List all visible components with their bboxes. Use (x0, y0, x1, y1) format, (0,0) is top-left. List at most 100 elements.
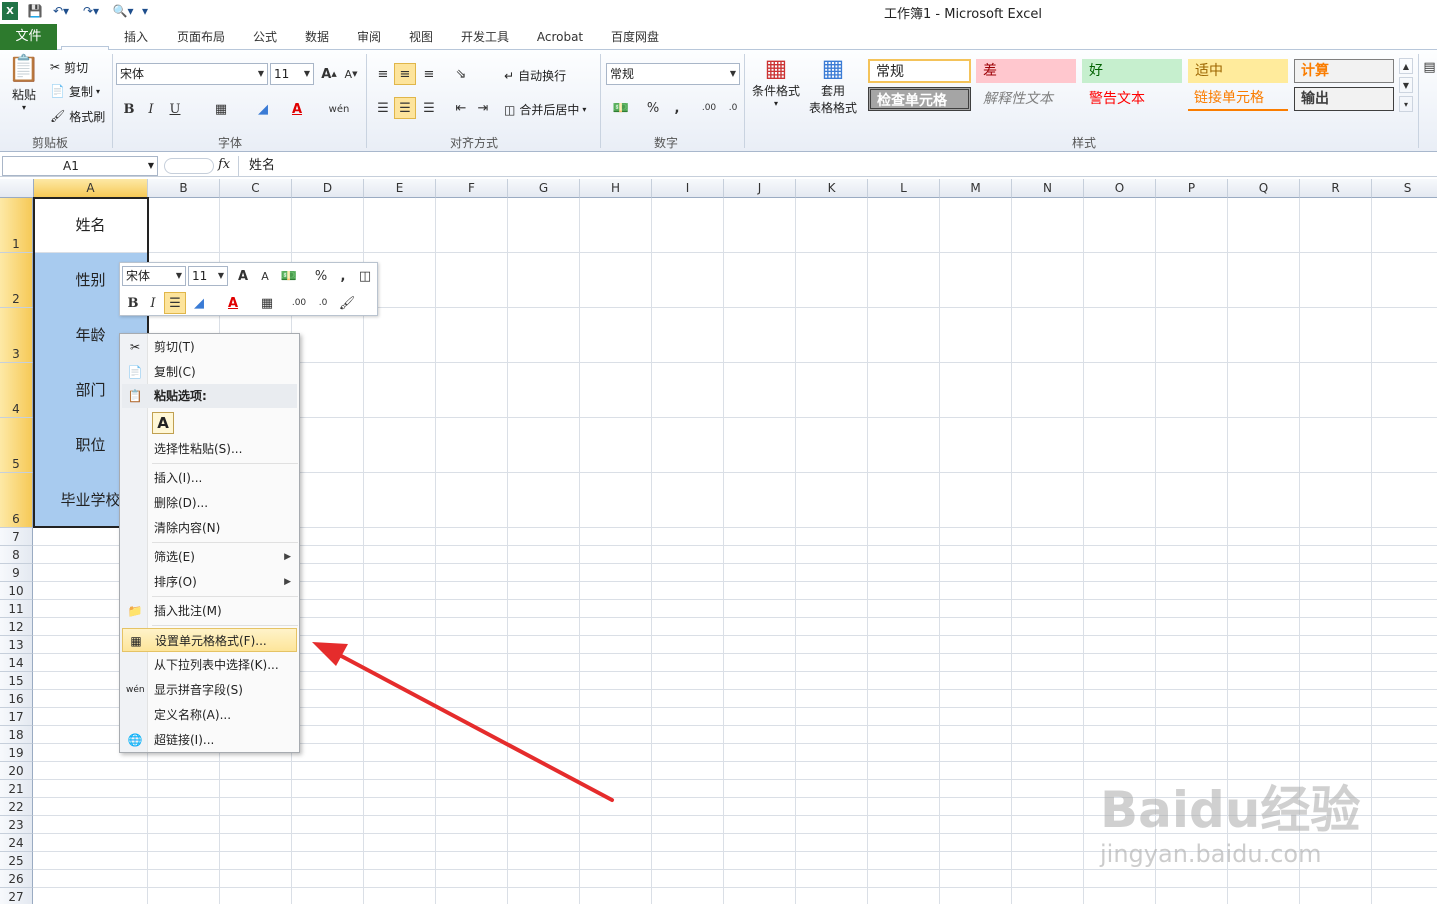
save-icon[interactable]: 💾 (26, 2, 44, 20)
tab-formulas[interactable]: 公式 (244, 26, 286, 50)
cut-button[interactable]: ✂ 剪切 (50, 58, 88, 76)
row-header-16[interactable]: 16 (0, 690, 33, 708)
row-header-1[interactable]: 1 (0, 198, 33, 253)
row-header-19[interactable]: 19 (0, 744, 33, 762)
menu-item-copy[interactable]: 📄 复制(C) (122, 360, 297, 384)
grow-font-icon[interactable]: A (232, 265, 254, 287)
style-good[interactable]: 好 (1082, 59, 1182, 83)
column-header-q[interactable]: Q (1228, 179, 1300, 198)
menu-item-insert[interactable]: 插入(I)... (122, 466, 297, 490)
number-format-combo[interactable]: 常规 ▼ (606, 63, 740, 85)
comma-icon[interactable]: , (332, 265, 354, 287)
align-middle-icon[interactable]: ≡ (394, 63, 416, 85)
align-top-icon[interactable]: ≡ (372, 63, 394, 85)
column-header-e[interactable]: E (364, 179, 436, 198)
tab-file[interactable]: 文件 (0, 24, 57, 50)
style-check-cell[interactable]: 检查单元格 (868, 87, 971, 111)
row-header-27[interactable]: 27 (0, 888, 33, 904)
currency-icon[interactable]: 💵 (610, 97, 632, 119)
column-header-s[interactable]: S (1372, 179, 1437, 198)
percent-icon[interactable]: % (642, 97, 664, 119)
more-styles-icon[interactable]: ▾ (1399, 96, 1413, 112)
shrink-font-icon[interactable]: A ▼ (340, 63, 362, 85)
insert-function-icon[interactable]: fx (218, 157, 230, 172)
decrease-decimal-icon[interactable]: .0 (312, 292, 334, 314)
row-header-24[interactable]: 24 (0, 834, 33, 852)
column-header-f[interactable]: F (436, 179, 508, 198)
column-header-a[interactable]: A (34, 179, 148, 198)
scroll-down-icon[interactable]: ▼ (1399, 77, 1413, 93)
row-header-21[interactable]: 21 (0, 780, 33, 798)
row-header-15[interactable]: 15 (0, 672, 33, 690)
mini-size-combo[interactable]: 11 ▼ (188, 266, 228, 286)
style-bad[interactable]: 差 (976, 59, 1076, 83)
merge-center-button[interactable]: ◫ 合并后居中 ▾ (504, 101, 586, 118)
row-header-7[interactable]: 7 (0, 528, 33, 546)
format-painter-button[interactable]: 🖌 格式刷 (50, 107, 105, 125)
style-explanatory[interactable]: 解释性文本 (976, 87, 1076, 111)
tab-view[interactable]: 视图 (400, 26, 442, 50)
font-size-combo[interactable]: 11 ▼ (270, 63, 314, 85)
italic-icon[interactable]: I (142, 292, 164, 314)
row-header-6[interactable]: 6 (0, 473, 33, 528)
brush-icon[interactable]: 🖌 (336, 292, 358, 314)
decrease-decimal-icon[interactable]: .0 (722, 97, 744, 119)
column-header-r[interactable]: R (1300, 179, 1372, 198)
row-header-9[interactable]: 9 (0, 564, 33, 582)
row-header-4[interactable]: 4 (0, 363, 33, 418)
column-header-h[interactable]: H (580, 179, 652, 198)
column-header-o[interactable]: O (1084, 179, 1156, 198)
customize-icon[interactable]: ▾ (140, 2, 150, 20)
style-calculation[interactable]: 计算 (1294, 59, 1394, 83)
row-header-10[interactable]: 10 (0, 582, 33, 600)
row-header-20[interactable]: 20 (0, 762, 33, 780)
format-as-table-button[interactable]: ▦ 套用 表格格式 (804, 54, 862, 116)
column-header-k[interactable]: K (796, 179, 868, 198)
row-header-26[interactable]: 26 (0, 870, 33, 888)
column-header-d[interactable]: D (292, 179, 364, 198)
font-color-icon[interactable]: A (286, 98, 308, 120)
row-header-13[interactable]: 13 (0, 636, 33, 654)
column-header-c[interactable]: C (220, 179, 292, 198)
tab-acrobat[interactable]: Acrobat (528, 26, 592, 50)
row-header-5[interactable]: 5 (0, 418, 33, 473)
menu-item-sort[interactable]: 排序(O) ▶ (122, 570, 297, 594)
row-header-2[interactable]: 2 (0, 253, 33, 308)
row-header-8[interactable]: 8 (0, 546, 33, 564)
increase-decimal-icon[interactable]: .00 (698, 97, 720, 119)
orientation-icon[interactable]: ⇘ (450, 63, 472, 85)
select-all-button[interactable] (0, 179, 34, 198)
phonetic-icon[interactable]: wén (328, 98, 350, 120)
menu-item-filter[interactable]: 筛选(E) ▶ (122, 545, 297, 569)
cell-a1[interactable]: 姓名 (34, 198, 147, 253)
font-color-icon[interactable]: A (222, 292, 244, 314)
menu-item-paste-special[interactable]: 选择性粘贴(S)... (122, 437, 297, 461)
scroll-up-icon[interactable]: ▲ (1399, 58, 1413, 74)
column-header-n[interactable]: N (1012, 179, 1084, 198)
comma-icon[interactable]: , (666, 97, 688, 119)
row-header-17[interactable]: 17 (0, 708, 33, 726)
percent-icon[interactable]: % (310, 265, 332, 287)
menu-item-delete[interactable]: 删除(D)... (122, 491, 297, 515)
paste-button[interactable]: 📋 粘贴 ▾ (6, 54, 42, 126)
menu-item-hyperlink[interactable]: 🌐 超链接(I)... (122, 728, 297, 752)
italic-icon[interactable]: I (140, 98, 162, 120)
undo-icon[interactable]: ↶▾ (50, 2, 72, 20)
fill-color-icon[interactable]: ◢ (188, 292, 210, 314)
row-header-18[interactable]: 18 (0, 726, 33, 744)
print-preview-icon[interactable]: 🔍▾ (112, 2, 134, 20)
row-header-3[interactable]: 3 (0, 308, 33, 363)
formula-input[interactable]: 姓名 (238, 156, 1436, 176)
bold-icon[interactable]: B (122, 292, 144, 314)
increase-decimal-icon[interactable]: .00 (288, 292, 310, 314)
row-header-25[interactable]: 25 (0, 852, 33, 870)
column-header-g[interactable]: G (508, 179, 580, 198)
mini-font-combo[interactable]: 宋体 ▼ (122, 266, 186, 286)
row-header-22[interactable]: 22 (0, 798, 33, 816)
align-center-icon[interactable]: ☰ (164, 292, 186, 314)
menu-item-phonetic[interactable]: wén 显示拼音字段(S) (122, 678, 297, 702)
wrap-text-button[interactable]: ↵ 自动换行 (504, 67, 566, 84)
formula-bar-expand-icon[interactable] (164, 158, 214, 174)
font-name-combo[interactable]: 宋体 ▼ (116, 63, 268, 85)
align-bottom-icon[interactable]: ≡ (418, 63, 440, 85)
